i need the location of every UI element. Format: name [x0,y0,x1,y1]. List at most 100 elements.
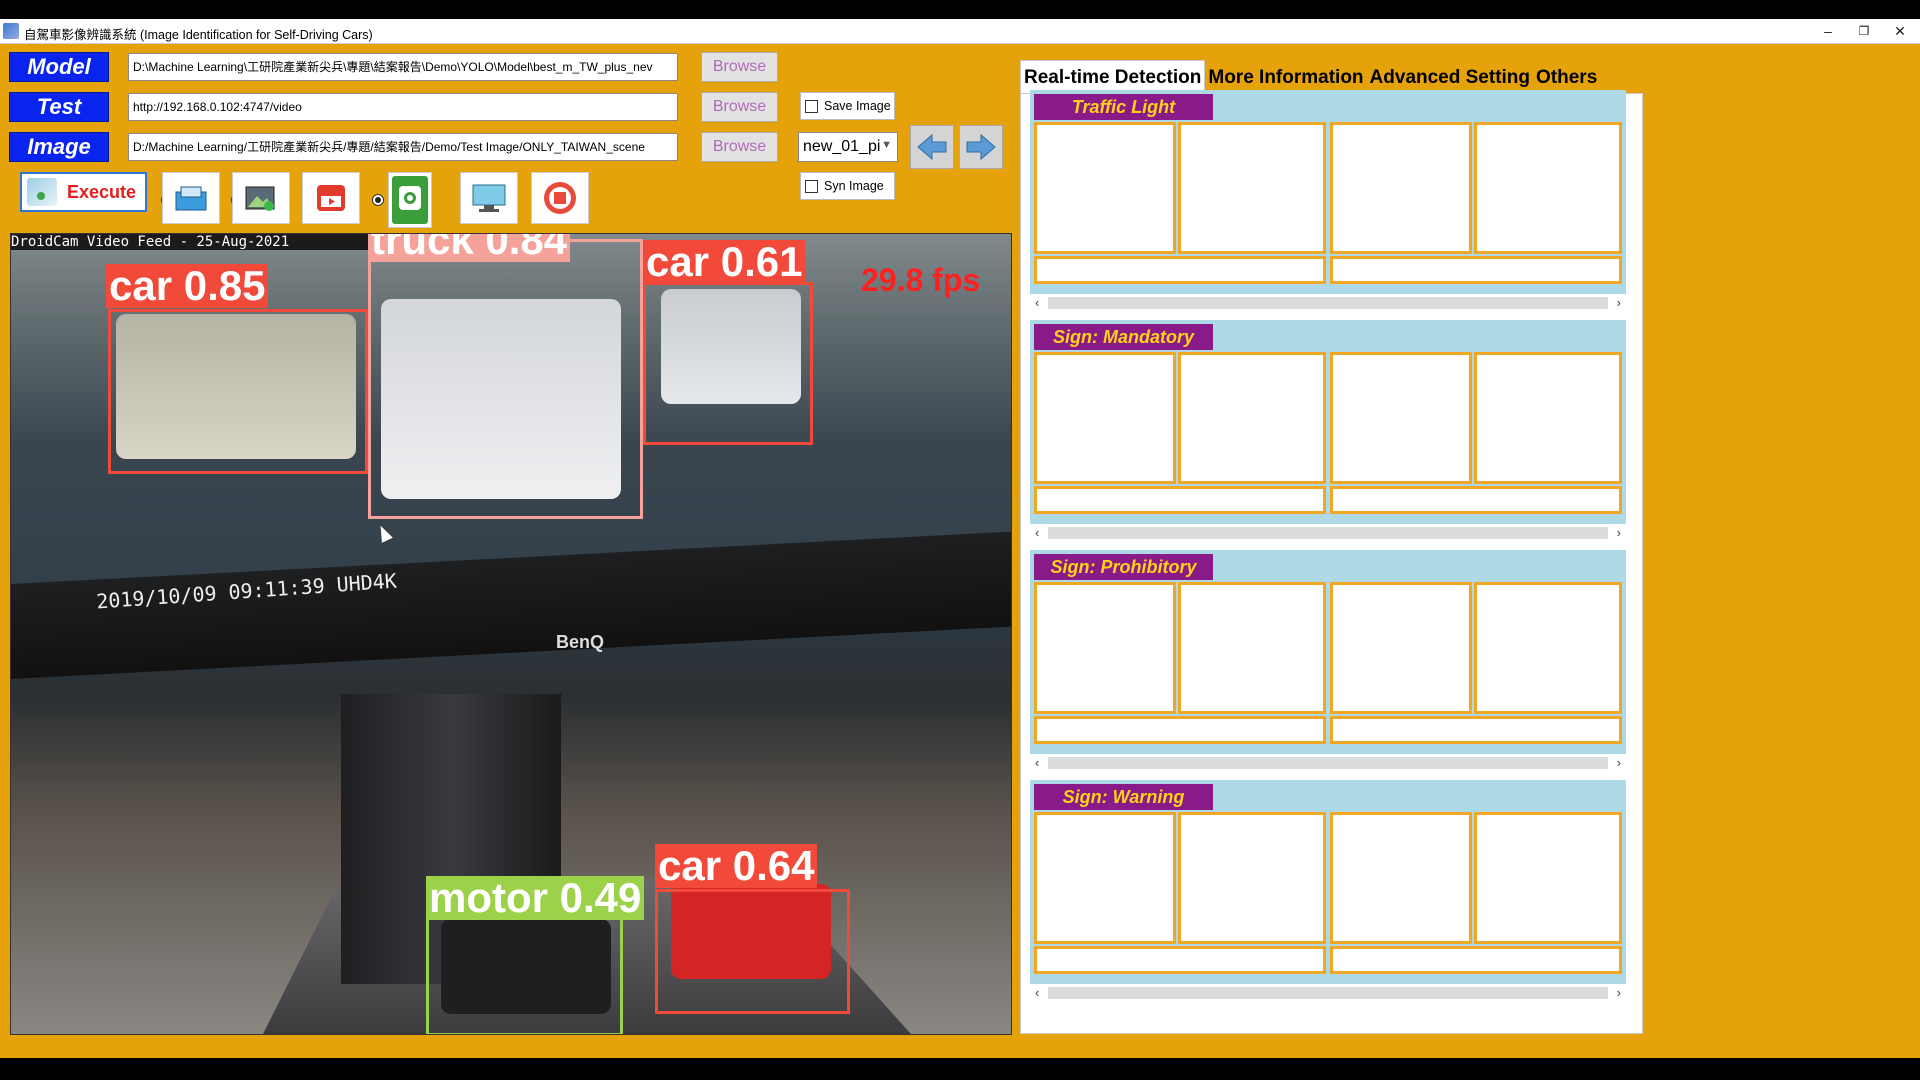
stop-button[interactable] [531,172,589,224]
scroll-right-icon[interactable]: › [1617,294,1621,312]
result-caption-cell [1330,946,1622,974]
title-bar: 自駕車影像辨識系統 (Image Identification for Self… [0,19,1920,44]
scroll-left-icon[interactable]: ‹ [1035,524,1039,542]
minimize-button[interactable]: – [1810,19,1846,43]
image-select-dropdown[interactable]: new_01_pi ▼ [798,132,898,162]
fps-counter: 29.8 fps [861,262,981,298]
scroll-right-icon[interactable]: › [1617,984,1621,1002]
horizontal-scrollbar[interactable]: ‹ › [1030,294,1626,312]
result-image-cell [1330,582,1472,714]
result-image-cell [1330,122,1472,254]
scroll-track[interactable] [1048,527,1608,539]
image-browse-button[interactable]: Browse [701,132,778,162]
scroll-right-icon[interactable]: › [1617,754,1621,772]
detection-label: car 0.85 [106,264,269,308]
model-browse-button[interactable]: Browse [701,52,778,82]
tab-others[interactable]: Others [1533,61,1601,93]
section-title: Sign: Warning [1034,784,1213,810]
scroll-left-icon[interactable]: ‹ [1035,294,1039,312]
result-cell-group [1034,812,1326,974]
detection-box [426,916,623,1034]
image-select-value: new_01_pi [803,138,881,155]
scroll-track[interactable] [1048,757,1608,769]
detection-label: car 0.64 [655,844,818,888]
window-title: 自駕車影像辨識系統 (Image Identification for Self… [24,28,373,42]
result-cell-group [1034,582,1326,744]
section-sign-mandatory: Sign: Mandatory [1030,320,1626,530]
detection-box [108,309,368,474]
close-button[interactable]: ✕ [1882,19,1918,43]
arrow-right-icon [966,133,996,161]
arrow-left-icon [917,133,947,161]
detection-label: car 0.61 [643,240,806,284]
scroll-left-icon[interactable]: ‹ [1035,754,1039,772]
feed-label: DroidCam Video Feed - 25-Aug-2021 [11,234,290,250]
scroll-track[interactable] [1048,987,1608,999]
next-image-button[interactable] [959,125,1003,169]
result-caption-cell [1330,716,1622,744]
result-cell-group [1034,352,1326,514]
syn-image-checkbox[interactable]: Syn Image [800,172,895,200]
save-image-label: Save Image [824,99,891,113]
detection-box [655,889,850,1014]
app-icon [3,23,19,39]
horizontal-scrollbar[interactable]: ‹ › [1030,984,1626,1002]
execute-icon [27,178,57,206]
tab-realtime-detection[interactable]: Real-time Detection [1020,60,1206,93]
section-sign-prohibitory: Sign: Prohibitory [1030,550,1626,760]
section-traffic-light: Traffic Light [1030,90,1626,300]
result-image-cell [1330,812,1472,944]
detection-box [643,282,813,445]
section-title: Traffic Light [1034,94,1213,120]
horizontal-scrollbar[interactable]: ‹ › [1030,524,1626,542]
section-title: Sign: Prohibitory [1034,554,1213,580]
scroll-right-icon[interactable]: › [1617,524,1621,542]
chevron-down-icon[interactable]: ▼ [881,139,892,151]
result-image-cell [1474,812,1622,944]
scroll-left-icon[interactable]: ‹ [1035,984,1039,1002]
result-caption-cell [1034,256,1326,284]
test-path-input[interactable]: http://192.168.0.102:4747/video [128,93,678,121]
result-cell-group [1330,812,1622,974]
model-path-input[interactable]: D:\Machine Learning\工研院產業新尖兵\專題\結案報告\Dem… [128,53,678,81]
result-image-cell [1178,352,1326,484]
desktop-icon [460,172,518,224]
syn-image-label: Syn Image [824,179,884,193]
result-cell-group [1330,352,1622,514]
image-path-input[interactable]: D:/Machine Learning/工研院產業新尖兵/專題/結案報告/Dem… [128,133,678,161]
result-image-cell [1034,352,1176,484]
model-label: Model [9,52,109,82]
result-image-cell [1330,352,1472,484]
execute-button[interactable]: Execute [20,172,147,212]
checkbox-box[interactable] [805,179,818,193]
image-label: Image [9,132,109,162]
tab-more-information[interactable]: More Information [1205,61,1367,93]
detection-label: motor 0.49 [426,876,645,920]
execute-label: Execute [67,181,137,202]
result-image-cell [1178,812,1326,944]
folder-image-icon [162,172,220,224]
result-cell-group [1330,122,1622,284]
result-image-cell [1034,122,1176,254]
source-radio-droidcam[interactable] [372,194,384,206]
result-image-cell [1474,582,1622,714]
prev-image-button[interactable] [910,125,954,169]
picture-icon [232,172,290,224]
test-label: Test [9,92,109,122]
detection-label: truck 0.84 [368,234,571,262]
tab-advanced-setting[interactable]: Advanced Setting [1366,61,1534,93]
result-caption-cell [1034,716,1326,744]
section-title: Sign: Mandatory [1034,324,1213,350]
result-image-cell [1474,122,1622,254]
stop-icon [544,182,576,214]
save-image-checkbox[interactable]: Save Image [800,92,895,120]
scroll-track[interactable] [1048,297,1608,309]
result-image-cell [1034,582,1176,714]
restore-button[interactable]: ❐ [1846,19,1882,43]
detection-box [368,239,643,519]
checkbox-box[interactable] [805,99,818,113]
result-image-cell [1034,812,1176,944]
result-image-cell [1178,122,1326,254]
test-browse-button[interactable]: Browse [701,92,778,122]
horizontal-scrollbar[interactable]: ‹ › [1030,754,1626,772]
